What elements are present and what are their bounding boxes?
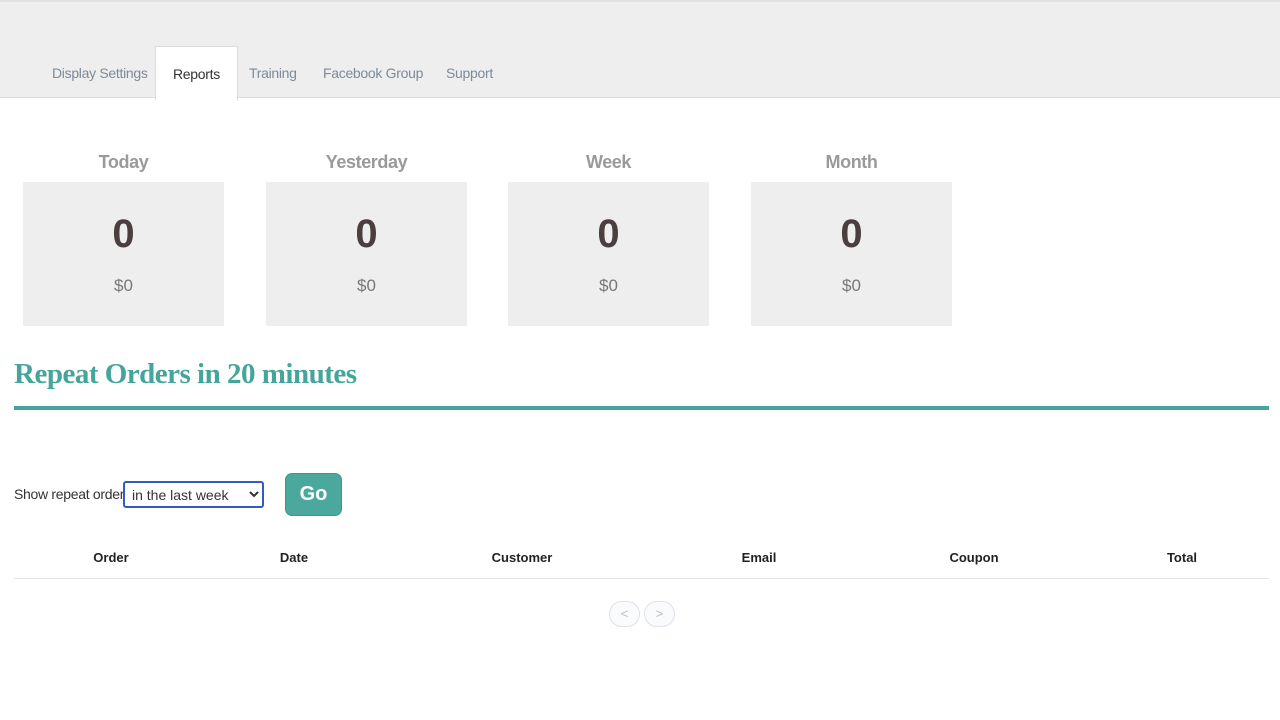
column-header-email: Email (741, 550, 777, 565)
stat-week: Week 0 $0 (508, 152, 709, 326)
next-page-button[interactable]: > (644, 601, 675, 627)
column-header-date: Date (279, 550, 309, 565)
stat-amount: $0 (357, 276, 376, 295)
section-title: Repeat Orders in 20 minutes (14, 358, 357, 390)
stat-label: Yesterday (325, 152, 408, 172)
column-header-total: Total (1166, 550, 1198, 565)
stat-amount: $0 (842, 276, 861, 295)
stat-count: 0 (355, 212, 378, 256)
stat-label: Month (825, 152, 878, 172)
column-header-coupon: Coupon (949, 550, 999, 565)
stat-amount: $0 (114, 276, 133, 295)
stat-amount: $0 (599, 276, 618, 295)
stat-today: Today 0 $0 (23, 152, 224, 326)
section-divider (14, 406, 1269, 410)
filter-label: Show repeat orders (14, 486, 131, 502)
stat-count: 0 (840, 212, 863, 256)
tab-facebook-group[interactable]: Facebook Group (306, 46, 440, 100)
stat-month: Month 0 $0 (751, 152, 952, 326)
stat-label: Week (585, 152, 632, 172)
column-header-order: Order (93, 550, 129, 565)
go-button[interactable]: Go (285, 473, 342, 516)
stat-label: Today (98, 152, 149, 172)
top-nav-bar: Display Settings Reports Training Facebo… (0, 0, 1280, 101)
table-header-divider (14, 578, 1269, 579)
prev-page-button[interactable]: < (609, 601, 640, 627)
stat-count: 0 (112, 212, 135, 256)
column-header-customer: Customer (491, 550, 553, 565)
tab-display-settings[interactable]: Display Settings (35, 46, 165, 100)
stat-count: 0 (597, 212, 620, 256)
tab-reports[interactable]: Reports (155, 46, 238, 101)
tab-training[interactable]: Training (232, 46, 314, 100)
period-select[interactable]: in the last week (123, 481, 264, 508)
tab-support[interactable]: Support (429, 46, 510, 100)
stat-yesterday: Yesterday 0 $0 (266, 152, 467, 326)
